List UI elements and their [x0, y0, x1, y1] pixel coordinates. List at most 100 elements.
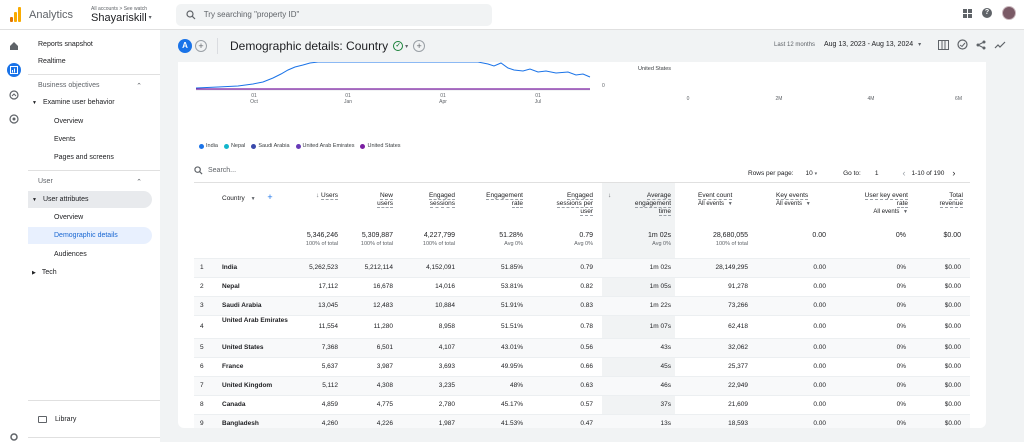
reports-icon[interactable] [7, 63, 21, 77]
search-bar[interactable]: Try searching "property ID" [175, 3, 492, 26]
table-row[interactable]: 6 France 5,637 3,987 3,693 49.95% 0.66 45s 25,37… [194, 357, 970, 376]
trending-icon[interactable] [994, 40, 1006, 50]
legend-swatch [223, 143, 229, 149]
sidebar-item-user-attributes[interactable]: ▼ User attributes [28, 191, 152, 208]
add-comparison-button[interactable]: + [195, 40, 207, 52]
table-row[interactable]: 8 Canada 4,859 4,775 2,780 45.17% 0.57 37s 21,60… [194, 395, 970, 414]
table-row[interactable]: 9 Bangladesh 4,260 4,226 1,987 41.53% 0.47 13s 1… [194, 414, 970, 428]
cell-key-events: 0.00 [813, 323, 826, 330]
account-picker[interactable]: All accounts > See watch Shayariskill ▾ [91, 6, 152, 24]
section-business-objectives[interactable]: Business objectives ⌃ [28, 77, 152, 94]
col-event-count[interactable]: Event count All events ▼ [698, 192, 768, 208]
cell-engaged-sessions: 4,152,091 [426, 264, 455, 271]
total-value: 0.00 [812, 232, 826, 239]
cell-country[interactable]: Nepal [222, 283, 292, 290]
analytics-logo-icon[interactable] [10, 7, 22, 22]
avatar[interactable] [1002, 6, 1016, 20]
chevron-down-icon[interactable]: ▾ [405, 43, 408, 50]
share-icon[interactable] [976, 40, 986, 50]
table-row[interactable]: 4 United Arab Emirates 11,554 11,280 8,958 51… [194, 315, 970, 338]
cell-country[interactable]: United States [222, 344, 292, 351]
caret-right-icon: ▶ [32, 269, 36, 276]
rows-per-page-select[interactable]: 10 ▾ [806, 170, 818, 177]
cell-engaged-per-user: 0.56 [580, 344, 593, 351]
section-user[interactable]: User ⌃ [28, 173, 152, 190]
help-icon[interactable]: ? [982, 8, 992, 18]
cell-event-count: 91,278 [728, 283, 748, 290]
comparison-badge[interactable]: A [178, 39, 192, 53]
col-users[interactable]: ↓ Users [296, 192, 338, 200]
table-row[interactable]: 3 Saudi Arabia 13,045 12,483 10,884 51.91% 0.8… [194, 296, 970, 315]
table-row[interactable]: 5 United States 7,368 6,501 4,107 43.01% 0.56 4… [194, 338, 970, 357]
add-filter-button[interactable]: + [413, 40, 426, 52]
chevron-down-icon: ▼ [727, 201, 733, 207]
cell-country[interactable]: United Kingdom [222, 382, 292, 389]
legend-item[interactable]: United Arab Emirates [295, 143, 354, 149]
sidebar-item-audiences[interactable]: Audiences [28, 246, 152, 263]
cell-country[interactable]: Saudi Arabia [222, 302, 292, 309]
cell-country[interactable]: India [222, 264, 292, 271]
col-total-revenue[interactable]: Total revenue [918, 192, 963, 208]
chevron-down-icon: ▾ [918, 42, 922, 48]
row-index: 3 [200, 302, 204, 309]
cell-user-key-rate: 0% [896, 382, 906, 389]
cell-country[interactable]: United Arab Emirates [222, 317, 292, 325]
goto-input[interactable]: 1 [875, 170, 879, 177]
col-engaged-sessions[interactable]: Engaged sessions [403, 192, 455, 208]
col-new-users[interactable]: New users [348, 192, 393, 208]
date-range-picker[interactable]: Aug 13, 2023 - Aug 13, 2024 ▾ [824, 41, 921, 48]
sidebar-item-reports-snapshot[interactable]: Reports snapshot [28, 36, 152, 53]
settings-icon[interactable] [7, 430, 21, 442]
cell-engaged-sessions: 4,107 [438, 344, 455, 351]
col-engagement-rate[interactable]: Engagement rate [468, 192, 523, 208]
chevron-right-icon[interactable]: › [952, 168, 955, 178]
sidebar-item-overview[interactable]: Overview [28, 113, 152, 130]
table-row[interactable]: 1 India 5,262,523 5,212,114 4,152,091 51.85% 0… [194, 258, 970, 277]
home-icon[interactable] [7, 39, 21, 53]
key-events-filter-dropdown[interactable]: All events ▼ [776, 201, 811, 207]
apps-grid-icon[interactable] [963, 8, 972, 18]
insights-icon[interactable] [957, 39, 968, 50]
cell-users: 7,368 [321, 344, 338, 351]
table-row[interactable]: 7 United Kingdom 5,112 4,308 3,235 48% 0.63 46s… [194, 376, 970, 395]
cell-revenue: $0.00 [944, 264, 961, 271]
cell-country[interactable]: Bangladesh [222, 420, 292, 427]
col-key-events[interactable]: Key events All events ▼ [776, 192, 836, 208]
legend-item[interactable]: Nepal [223, 143, 245, 149]
add-dimension-icon[interactable]: + [267, 192, 272, 202]
total-value: 0% [895, 232, 906, 239]
legend-item[interactable]: Saudi Arabia [251, 143, 290, 149]
user-key-filter-dropdown[interactable]: All events ▼ [873, 209, 908, 215]
total-value: $0.00 [943, 232, 961, 239]
table-search[interactable]: Search... [194, 166, 236, 175]
sidebar-item-tech[interactable]: ▶ Tech [28, 264, 152, 281]
sidebar-item-demographic-details[interactable]: Demographic details [28, 227, 152, 244]
cell-revenue: $0.00 [944, 420, 961, 427]
table-row[interactable]: 2 Nepal 17,112 16,678 14,016 53.81% 0.82 1m 05s… [194, 277, 970, 296]
legend-item[interactable]: United States [360, 143, 401, 149]
pagination: Rows per page: 10 ▾ Go to: 1 ‹ 1-10 of 1… [748, 168, 955, 178]
col-user-key-event-rate[interactable]: User key event rate All events ▼ [848, 192, 908, 216]
advertising-icon[interactable] [7, 112, 21, 126]
dimension-header[interactable]: Country ▼ + [222, 193, 273, 203]
event-filter-dropdown[interactable]: All events ▼ [698, 201, 733, 207]
cell-country[interactable]: France [222, 363, 292, 370]
legend-item[interactable]: India [199, 143, 218, 149]
total-sub: Avg 0% [574, 241, 593, 247]
cell-new-users: 12,483 [373, 302, 393, 309]
sidebar-item-events[interactable]: Events [28, 131, 152, 148]
customize-report-icon[interactable] [938, 39, 949, 50]
sidebar-item-realtime[interactable]: Realtime [28, 53, 152, 70]
col-engaged-per-user[interactable]: Engaged sessions per user [538, 192, 593, 216]
col-label-line: Total [949, 192, 963, 200]
cell-country[interactable]: Canada [222, 401, 292, 408]
sidebar-item-pages-and-screens[interactable]: Pages and screens [28, 149, 152, 166]
col-avg-engagement-time[interactable]: Average engagement time [618, 192, 671, 216]
sidebar-item-examine-user-behavior[interactable]: ▼ Examine user behavior [28, 94, 152, 111]
sidebar-item-library[interactable]: Library [28, 411, 152, 428]
total-sub: 100% of total [305, 241, 338, 247]
explore-icon[interactable] [7, 88, 21, 102]
sidebar-item-user-overview[interactable]: Overview [28, 209, 152, 226]
cell-new-users: 3,987 [376, 363, 393, 370]
chevron-left-icon[interactable]: ‹ [902, 168, 905, 178]
